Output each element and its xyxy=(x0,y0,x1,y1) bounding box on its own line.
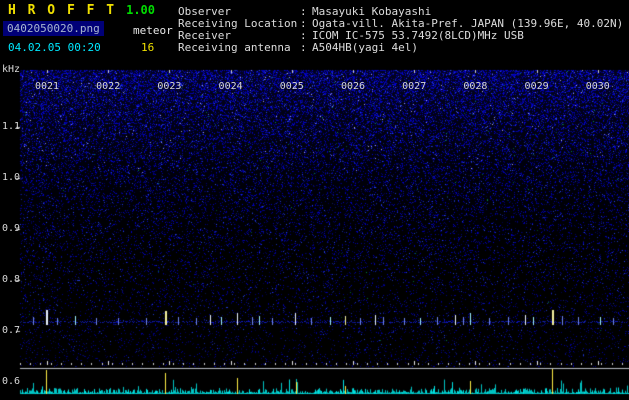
freq-label-0.9: 0.9 xyxy=(2,223,21,234)
freq-label-0.8: 0.8 xyxy=(2,274,21,285)
datetime-label: 04.02.05 00:20 xyxy=(8,41,101,54)
time-label-0023: 0023 xyxy=(157,81,182,92)
time-label-0030: 0030 xyxy=(585,81,610,92)
time-label-0029: 0029 xyxy=(524,81,549,92)
time-label-0025: 0025 xyxy=(279,81,304,92)
app-version: 1.00 xyxy=(126,3,155,17)
freq-unit-label: kHz xyxy=(2,64,21,75)
mode-label: meteor xyxy=(133,24,173,37)
info-value: A504HB(yagi 4el) xyxy=(312,41,418,54)
time-label-0027: 0027 xyxy=(402,81,427,92)
time-label-0028: 0028 xyxy=(463,81,488,92)
info-row-antenna: Receiving antenna: A504HB(yagi 4el) xyxy=(178,41,418,54)
freq-label-1.1: 1.1 xyxy=(2,121,21,132)
meteor-count: 16 xyxy=(141,41,155,54)
app-title: H R O F F T 1.00 xyxy=(8,3,155,18)
spectrogram-canvas xyxy=(0,0,629,400)
info-colon: : xyxy=(300,41,307,54)
time-label-0021: 0021 xyxy=(34,81,60,92)
time-label-0026: 0026 xyxy=(340,81,366,92)
info-label: Receiving antenna xyxy=(178,41,291,54)
time-label-0022: 0022 xyxy=(96,81,121,92)
freq-label-1.0: 1.0 xyxy=(2,172,21,183)
freq-label-0.6: 0.6 xyxy=(2,376,21,387)
filename-badge: 0402050020.png xyxy=(3,21,104,36)
hrofft-screen: H R O F F T 1.00 0402050020.png meteor 04… xyxy=(0,0,629,400)
app-title-text: H R O F F T xyxy=(8,3,117,18)
freq-label-0.7: 0.7 xyxy=(2,325,21,336)
time-label-0024: 0024 xyxy=(218,81,243,92)
